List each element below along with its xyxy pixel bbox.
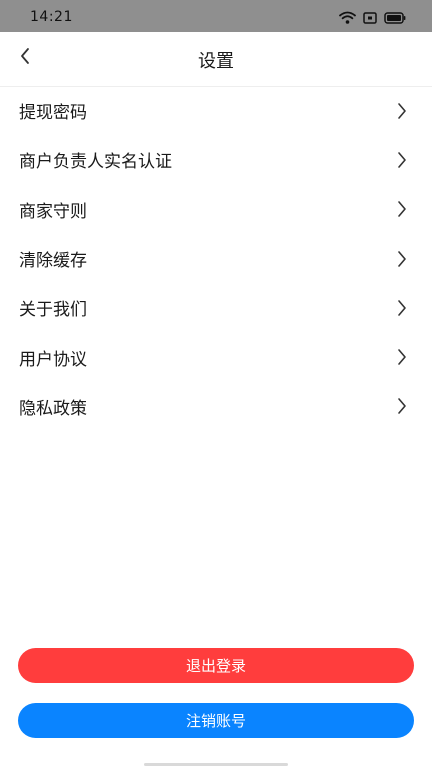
status-icons — [339, 9, 406, 28]
menu-item-clear-cache[interactable]: 清除缓存 — [0, 234, 432, 283]
wifi-icon — [339, 9, 356, 28]
menu-item-label: 商家守则 — [19, 201, 87, 222]
page-title: 设置 — [198, 51, 234, 72]
status-time: 14:21 — [30, 9, 73, 25]
battery-icon — [384, 9, 406, 28]
chevron-right-icon — [396, 397, 408, 415]
chevron-right-icon — [396, 151, 408, 169]
menu-item-withdraw-password[interactable]: 提现密码 — [0, 86, 432, 135]
menu-item-label: 用户协议 — [19, 349, 87, 370]
nav-bar: 设置 — [0, 32, 432, 87]
cancel-account-button[interactable]: 注销账号 — [18, 703, 414, 738]
menu-item-merchant-verification[interactable]: 商户负责人实名认证 — [0, 135, 432, 184]
menu-item-label: 隐私政策 — [19, 398, 87, 419]
logout-button[interactable]: 退出登录 — [18, 648, 414, 683]
chevron-right-icon — [396, 299, 408, 317]
status-bar: 14:21 — [0, 0, 432, 32]
menu-item-privacy-policy[interactable]: 隐私政策 — [0, 382, 432, 431]
menu-item-label: 商户负责人实名认证 — [19, 152, 172, 173]
menu-list: 提现密码 商户负责人实名认证 商家守则 清除缓存 关于我们 用户协议 隐私政策 — [0, 86, 432, 431]
chevron-right-icon — [396, 102, 408, 120]
chevron-right-icon — [396, 200, 408, 218]
menu-item-label: 关于我们 — [19, 300, 87, 321]
chevron-right-icon — [396, 250, 408, 268]
chevron-right-icon — [396, 348, 408, 366]
menu-item-user-agreement[interactable]: 用户协议 — [0, 332, 432, 381]
menu-item-label: 清除缓存 — [19, 251, 87, 272]
home-indicator — [144, 763, 288, 766]
menu-item-about-us[interactable]: 关于我们 — [0, 283, 432, 332]
menu-item-merchant-rules[interactable]: 商家守则 — [0, 185, 432, 234]
menu-item-label: 提现密码 — [19, 103, 87, 124]
sim-icon — [363, 9, 377, 28]
